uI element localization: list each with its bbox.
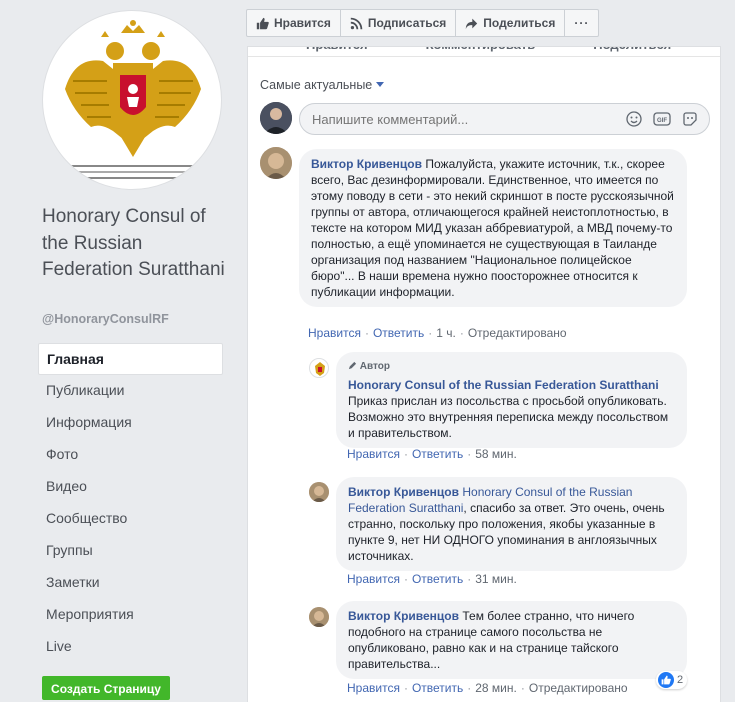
comment-like-link[interactable]: Нравится (347, 681, 400, 695)
comment-author[interactable]: Honorary Consul of the Russian Federatio… (348, 378, 659, 392)
comment-author[interactable]: Виктор Кривенцов (311, 157, 422, 171)
page-share-label: Поделиться (483, 16, 556, 30)
comment-text: Приказ прислан из посольства с просьбой … (348, 394, 669, 440)
nav-item-events[interactable]: Мероприятия (38, 599, 223, 631)
comment-input[interactable] (312, 112, 612, 127)
nav-item-photos[interactable]: Фото (38, 439, 223, 471)
comment-reply-link[interactable]: Ответить (373, 326, 424, 340)
create-page-button[interactable]: Создать Страницу (42, 676, 170, 700)
comment-meta: Нравится · Ответить · 58 мин. (347, 447, 517, 461)
reaction-count: 2 (677, 674, 684, 686)
page-profile-picture[interactable] (42, 10, 222, 190)
user-photo-icon (260, 102, 292, 134)
user-photo-icon (309, 482, 329, 502)
page-like-label: Нравится (274, 16, 331, 30)
post-comment-action[interactable]: Комментировать (426, 47, 536, 56)
comment-edited[interactable]: Отредактировано (529, 681, 628, 695)
nav-item-posts[interactable]: Публикации (38, 375, 223, 407)
pencil-icon (348, 361, 357, 370)
nav-item-groups[interactable]: Группы (38, 535, 223, 567)
nav-item-live[interactable]: Live (38, 631, 223, 663)
nav-item-notes[interactable]: Заметки (38, 567, 223, 599)
comment-time[interactable]: 28 мин. (475, 681, 517, 695)
page-action-bar: Нравится Подписаться Поделиться ··· (246, 9, 600, 37)
comment-time[interactable]: 31 мин. (475, 572, 517, 586)
comment-author[interactable]: Виктор Кривенцов (348, 485, 459, 499)
nav-item-community[interactable]: Сообщество (38, 503, 223, 535)
user-photo-icon (309, 607, 329, 627)
sticker-icon[interactable] (681, 110, 699, 128)
comment-meta: Нравится · Ответить · 1 ч. · Отредактировано (308, 326, 567, 340)
page-nav: Главная Публикации Информация Фото Видео… (38, 343, 223, 663)
comment-text: Пожалуйста, укажите источник, т.к., скор… (311, 157, 674, 299)
composer-icons: GIF (625, 110, 699, 128)
author-badge: Автор (348, 359, 675, 375)
coat-of-arms-icon (315, 362, 325, 376)
svg-text:GIF: GIF (657, 118, 667, 124)
post-share-action[interactable]: Поделиться (593, 47, 671, 56)
comment-like-link[interactable]: Нравится (347, 447, 400, 461)
comment-reply-link[interactable]: Ответить (412, 572, 463, 586)
current-user-avatar[interactable] (260, 102, 292, 134)
comment-like-link[interactable]: Нравится (347, 572, 400, 586)
rss-icon (350, 17, 363, 29)
comment-sort-dropdown[interactable]: Самые актуальные (260, 78, 385, 92)
emoji-icon[interactable] (625, 110, 643, 128)
left-sidebar: Honorary Consul of the Russian Federatio… (0, 0, 234, 702)
reply-bubble: Виктор Кривенцов Honorary Consul of the … (336, 477, 687, 571)
sort-label: Самые актуальные (260, 78, 373, 92)
reply-bubble: Автор Honorary Consul of the Russian Fed… (336, 352, 687, 448)
comment-author[interactable]: Виктор Кривенцов (348, 609, 459, 623)
comment-reply-link[interactable]: Ответить (412, 681, 463, 695)
page-avatar[interactable] (309, 358, 329, 378)
page-like-button[interactable]: Нравится (247, 10, 341, 36)
reaction-count-badge[interactable]: 2 (656, 671, 688, 689)
like-reaction-icon (658, 672, 674, 688)
comment-meta: Нравится · Ответить · 28 мин. · Отредактирован… (347, 681, 628, 695)
comment-edited[interactable]: Отредактировано (468, 326, 567, 340)
comment-bubble: Виктор Кривенцов Пожалуйста, укажите ист… (299, 149, 687, 307)
page-share-button[interactable]: Поделиться (456, 10, 566, 36)
page-handle[interactable]: @HonoraryConsulRF (42, 312, 169, 326)
comment-reply-link[interactable]: Ответить (412, 447, 463, 461)
comment-time[interactable]: 58 мин. (475, 447, 517, 461)
page-follow-button[interactable]: Подписаться (341, 10, 457, 36)
user-photo-icon (260, 147, 292, 179)
thumbs-up-icon (256, 17, 269, 29)
comment-meta: Нравится · Ответить · 31 мин. (347, 572, 517, 586)
nav-item-about[interactable]: Информация (38, 407, 223, 439)
page-follow-label: Подписаться (367, 16, 447, 30)
more-dots-icon: ··· (574, 16, 590, 30)
more-options-button[interactable]: ··· (565, 10, 598, 36)
commenter-avatar[interactable] (309, 607, 329, 627)
comment-time[interactable]: 1 ч. (436, 326, 456, 340)
comment-composer[interactable]: GIF (299, 103, 710, 135)
share-arrow-icon (466, 18, 478, 29)
caret-down-icon (376, 82, 385, 87)
comment-like-link[interactable]: Нравится (308, 326, 361, 340)
russian-coat-of-arms-icon (65, 20, 201, 179)
page-title[interactable]: Honorary Consul of the Russian Federatio… (42, 204, 232, 284)
reply-bubble: Виктор Кривенцов Тем более странно, что … (336, 601, 687, 679)
commenter-avatar[interactable] (309, 482, 329, 502)
post-actions-row: Нравится Комментировать Поделиться (248, 47, 720, 57)
post-like-action[interactable]: Нравится (306, 47, 368, 56)
nav-item-videos[interactable]: Видео (38, 471, 223, 503)
gif-icon[interactable]: GIF (653, 110, 671, 128)
nav-item-home[interactable]: Главная (38, 343, 223, 375)
author-badge-label: Автор (359, 361, 391, 372)
commenter-avatar[interactable] (260, 147, 292, 179)
post-card: Нравится Комментировать Поделиться Самые… (247, 46, 721, 702)
